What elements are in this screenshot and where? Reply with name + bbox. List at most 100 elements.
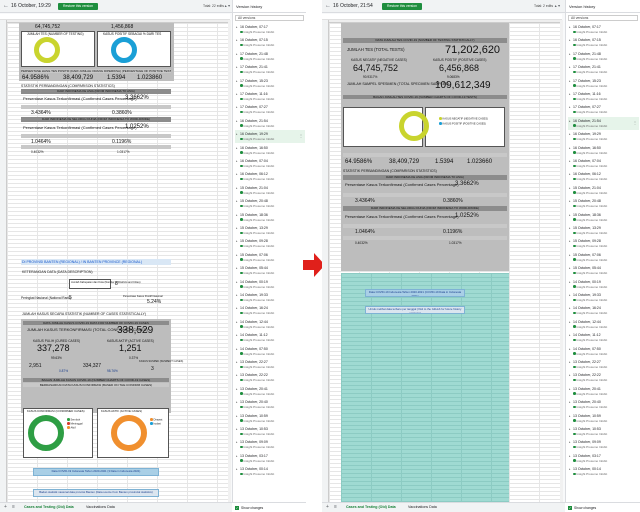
nav-arrows-icon[interactable]: ▲▼: [224, 4, 231, 8]
version-item[interactable]: ▸ 14 October, 12:44 Insight Prosumo Infobi…: [235, 318, 305, 331]
expand-arrow-icon[interactable]: ▸: [569, 387, 571, 391]
version-item[interactable]: ▸ 14 October, 19:33 Insight Prosumo Infobi…: [568, 291, 639, 304]
version-item[interactable]: ▸ 14 October, 11:12 Insight Prosumo Infobi…: [235, 331, 305, 344]
expand-arrow-icon[interactable]: ▸: [236, 373, 238, 377]
expand-arrow-icon[interactable]: ▸: [569, 306, 571, 310]
expand-arrow-icon[interactable]: ▸: [569, 92, 571, 96]
expand-arrow-icon[interactable]: ▸: [236, 38, 238, 42]
version-item[interactable]: ▸ 17 October, 21:41 Insight Prosumo Infobi…: [235, 63, 305, 76]
version-item[interactable]: ▸ 16 October, 07:04 Insight Prosumo Infobi…: [235, 157, 305, 170]
expand-arrow-icon[interactable]: ▸: [236, 266, 238, 270]
show-changes-checkbox[interactable]: ✓: [235, 506, 239, 510]
version-filter-select[interactable]: All versions: [235, 15, 304, 21]
expand-arrow-icon[interactable]: ▸: [569, 199, 571, 203]
version-item[interactable]: ▸ 14 October, 11:12 Insight Prosumo Infobi…: [568, 331, 639, 344]
expand-arrow-icon[interactable]: ▸: [569, 440, 571, 444]
version-item[interactable]: ▸ 17 October, 11:16 Insight Prosumo Infobi…: [235, 90, 305, 103]
version-item[interactable]: ▸ 14 October, 00:19 Insight Prosumo Infobi…: [235, 278, 305, 291]
expand-arrow-icon[interactable]: ▸: [236, 387, 238, 391]
version-item[interactable]: ▸ 15 October, 09:28 Insight Prosumo Infobi…: [235, 237, 305, 250]
expand-arrow-icon[interactable]: ▸: [236, 427, 238, 431]
expand-arrow-icon[interactable]: ▸: [569, 38, 571, 42]
expand-arrow-icon[interactable]: ▸: [236, 320, 238, 324]
version-filter-select-right[interactable]: All versions: [568, 15, 638, 21]
expand-arrow-icon[interactable]: ▸: [569, 172, 571, 176]
expand-arrow-icon[interactable]: ▸: [569, 400, 571, 404]
version-item[interactable]: ▸ 15 October, 20:48 Insight Prosumo Infobi…: [568, 197, 639, 210]
version-item[interactable]: ▸ 17 October, 21:48 Insight Prosumo Infobi…: [235, 50, 305, 63]
more-options-icon[interactable]: ⋮: [633, 120, 637, 125]
expand-arrow-icon[interactable]: ▸: [569, 320, 571, 324]
expand-arrow-icon[interactable]: ▸: [569, 25, 571, 29]
version-item[interactable]: ▸ 13 October, 00:14 Insight Prosumo Infobi…: [235, 465, 305, 478]
version-item[interactable]: ▸ 14 October, 16:24 Insight Prosumo Infobi…: [235, 304, 305, 317]
version-item[interactable]: ▸ 17 October, 07:27 Insight Prosumo Infobi…: [235, 103, 305, 116]
expand-arrow-icon[interactable]: ▸: [236, 213, 238, 217]
expand-arrow-icon[interactable]: ▸: [569, 226, 571, 230]
expand-arrow-icon[interactable]: ▸: [569, 105, 571, 109]
expand-arrow-icon[interactable]: ▸: [236, 360, 238, 364]
version-item[interactable]: ▸ 13 October, 09:09 Insight Prosumo Infobi…: [235, 438, 305, 451]
expand-arrow-icon[interactable]: ▸: [569, 266, 571, 270]
version-item[interactable]: ▸ 15 October, 07:06 Insight Prosumo Infobi…: [568, 251, 639, 264]
version-item[interactable]: ▸ 15 October, 18:36 Insight Prosumo Infobi…: [235, 211, 305, 224]
version-item[interactable]: ▸ 15 October, 13:29 Insight Prosumo Infobi…: [568, 224, 639, 237]
expand-arrow-icon[interactable]: ▸: [236, 467, 238, 471]
source-link-box[interactable]: Data COVID-19 Indonesia Tahun 2020-2021 …: [365, 289, 465, 297]
version-item[interactable]: ▸ 16 October, 21:54 Insight Prosumo Infobi…: [235, 117, 305, 130]
expand-arrow-icon[interactable]: ▸: [569, 253, 571, 257]
expand-arrow-icon[interactable]: ▸: [569, 213, 571, 217]
version-item[interactable]: ▸ 16 October, 19:29 Insight Prosumo Infobi…: [568, 130, 639, 143]
version-item[interactable]: ▸ 16 October, 21:54 Insight Prosumo Infobi…: [568, 116, 639, 130]
expand-arrow-icon[interactable]: ▸: [569, 347, 571, 351]
version-item[interactable]: ▸ 16 October, 06:12 Insight Prosumo Infobi…: [235, 170, 305, 183]
version-item[interactable]: ▸ 14 October, 12:44 Insight Prosumo Infobi…: [568, 318, 639, 331]
expand-arrow-icon[interactable]: ▸: [236, 172, 238, 176]
version-item[interactable]: ▸ 17 October, 07:27 Insight Prosumo Infobi…: [568, 103, 639, 116]
expand-arrow-icon[interactable]: ▸: [236, 400, 238, 404]
expand-arrow-icon[interactable]: ▸: [236, 132, 238, 136]
version-item[interactable]: ▸ 17 October, 21:48 Insight Prosumo Infobi…: [568, 50, 639, 63]
version-item[interactable]: ▸ 16 October, 07:15 Insight Prosumo Infobi…: [235, 36, 305, 49]
expand-arrow-icon[interactable]: ▸: [569, 414, 571, 418]
expand-arrow-icon[interactable]: ▸: [236, 92, 238, 96]
footer-source-box[interactable]: Data COVID-19 Indonesia Tahun 2020-2021 …: [33, 468, 159, 476]
show-changes-checkbox-right[interactable]: ✓: [568, 506, 572, 510]
vertical-scrollbar-right[interactable]: [560, 20, 563, 502]
version-item[interactable]: ▸ 17 October, 15:23 Insight Prosumo Infobi…: [568, 77, 639, 90]
footer-banten-box[interactable]: Badan statistik nasional data provinsi B…: [33, 489, 159, 497]
expand-arrow-icon[interactable]: ▸: [569, 132, 571, 136]
expand-arrow-icon[interactable]: ▸: [569, 333, 571, 337]
expand-arrow-icon[interactable]: ▸: [569, 427, 571, 431]
version-item[interactable]: ▸ 13 October, 20:41 Insight Prosumo Infobi…: [235, 385, 305, 398]
version-item[interactable]: ▸ 16 October, 07:17 Insight Prosumo Infobi…: [235, 23, 305, 36]
version-item[interactable]: ▸ 13 October, 22:22 Insight Prosumo Infobi…: [568, 371, 639, 384]
version-item[interactable]: ▸ 16 October, 07:17 Insight Prosumo Infobi…: [568, 23, 639, 36]
expand-arrow-icon[interactable]: ▸: [236, 25, 238, 29]
expand-arrow-icon[interactable]: ▸: [236, 293, 238, 297]
version-item[interactable]: ▸ 13 October, 20:40 Insight Prosumo Infobi…: [568, 398, 639, 411]
expand-arrow-icon[interactable]: ▸: [569, 52, 571, 56]
expand-arrow-icon[interactable]: ▸: [236, 253, 238, 257]
expand-arrow-icon[interactable]: ▸: [236, 79, 238, 83]
tab-vaccinations[interactable]: Vaccinations Data: [86, 505, 115, 509]
version-item[interactable]: ▸ 13 October, 09:09 Insight Prosumo Infobi…: [568, 438, 639, 451]
version-item[interactable]: ▸ 16 October, 06:12 Insight Prosumo Infobi…: [568, 170, 639, 183]
version-item[interactable]: ▸ 13 October, 03:17 Insight Prosumo Infobi…: [235, 452, 305, 465]
version-item[interactable]: ▸ 14 October, 16:24 Insight Prosumo Infobi…: [568, 304, 639, 317]
expand-arrow-icon[interactable]: ▸: [236, 239, 238, 243]
add-sheet-icon[interactable]: +: [326, 504, 329, 510]
version-item[interactable]: ▸ 17 October, 21:41 Insight Prosumo Infobi…: [568, 63, 639, 76]
version-item[interactable]: ▸ 13 October, 00:14 Insight Prosumo Infobi…: [568, 465, 639, 478]
expand-arrow-icon[interactable]: ▸: [236, 306, 238, 310]
expand-arrow-icon[interactable]: ▸: [236, 347, 238, 351]
expand-arrow-icon[interactable]: ▸: [569, 79, 571, 83]
version-item[interactable]: ▸ 13 October, 20:41 Insight Prosumo Infobi…: [568, 385, 639, 398]
version-item[interactable]: ▸ 15 October, 05:44 Insight Prosumo Infobi…: [568, 264, 639, 277]
expand-arrow-icon[interactable]: ▸: [569, 159, 571, 163]
version-item[interactable]: ▸ 16 October, 16:50 Insight Prosumo Infobi…: [235, 144, 305, 157]
expand-arrow-icon[interactable]: ▸: [236, 65, 238, 69]
version-item[interactable]: ▸ 15 October, 18:36 Insight Prosumo Infobi…: [568, 211, 639, 224]
version-item[interactable]: ▸ 16 October, 16:50 Insight Prosumo Infobi…: [568, 144, 639, 157]
version-item[interactable]: ▸ 17 October, 11:16 Insight Prosumo Infobi…: [568, 90, 639, 103]
